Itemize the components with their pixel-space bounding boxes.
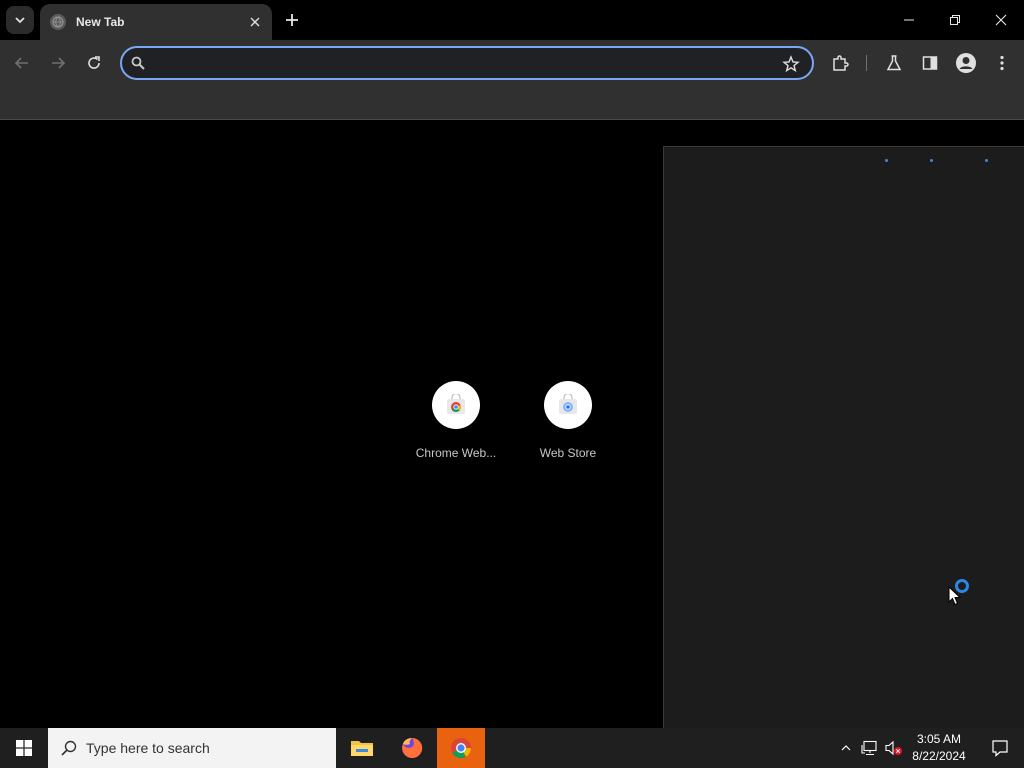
new-tab-button[interactable] — [280, 8, 304, 32]
chrome-web-store-icon — [447, 394, 465, 414]
back-button[interactable] — [8, 49, 36, 77]
plus-icon — [286, 14, 298, 26]
taskbar-firefox[interactable] — [388, 728, 436, 768]
restore-icon — [950, 15, 960, 25]
close-icon — [250, 17, 260, 27]
close-icon — [995, 14, 1007, 26]
chrome-icon — [451, 738, 472, 759]
side-panel — [663, 146, 1024, 728]
labs-button[interactable] — [881, 50, 907, 76]
kebab-menu-icon — [1000, 55, 1004, 71]
tray-network-button[interactable] — [860, 738, 880, 758]
toolbar-divider — [866, 55, 867, 71]
new-tab-page: Chrome Web... Web Store — [0, 121, 1024, 728]
chevron-up-icon — [841, 745, 851, 751]
tab-new-tab[interactable]: New Tab — [40, 4, 272, 40]
extensions-button[interactable] — [827, 50, 853, 76]
profile-button[interactable] — [953, 50, 979, 76]
minimize-button[interactable] — [886, 0, 932, 40]
action-center-button[interactable] — [980, 728, 1020, 768]
shortcut-icon-wrapper — [432, 381, 480, 429]
shortcut-web-store[interactable]: Web Store — [512, 381, 624, 460]
tray-volume-button[interactable] — [884, 738, 904, 758]
tab-search-button[interactable] — [6, 6, 34, 34]
restore-button[interactable] — [932, 0, 978, 40]
mouse-cursor-icon — [948, 586, 962, 606]
taskbar-clock[interactable]: 3:05 AM 8/22/2024 — [906, 731, 972, 765]
puzzle-icon — [833, 55, 849, 71]
tray-overflow-button[interactable] — [836, 738, 856, 758]
tab-close-button[interactable] — [246, 13, 264, 31]
arrow-right-icon — [52, 57, 66, 69]
tab-title: New Tab — [76, 15, 125, 29]
menu-button[interactable] — [989, 50, 1015, 76]
side-panel-icon — [922, 56, 938, 70]
close-window-button[interactable] — [978, 0, 1024, 40]
web-store-icon — [559, 394, 577, 414]
flask-icon — [886, 55, 902, 71]
side-panel-button[interactable] — [917, 50, 943, 76]
shortcut-label: Chrome Web... — [415, 446, 497, 460]
address-bar[interactable] — [120, 46, 814, 80]
taskbar: Type here to search 3:05 AM 8/22/2024 — [0, 728, 1024, 768]
avatar-icon — [956, 53, 976, 73]
notification-icon — [992, 740, 1008, 757]
network-icon — [861, 740, 877, 756]
browser-toolbar — [0, 40, 1024, 86]
reload-icon — [88, 56, 100, 69]
taskbar-file-explorer[interactable] — [338, 728, 386, 768]
globe-icon — [50, 14, 66, 30]
firefox-icon — [402, 737, 423, 758]
search-icon — [131, 56, 145, 70]
forward-button[interactable] — [44, 49, 72, 77]
taskbar-chrome[interactable] — [437, 728, 485, 768]
address-input[interactable] — [154, 52, 774, 74]
star-icon[interactable] — [782, 55, 800, 73]
windows-logo-icon — [16, 740, 32, 756]
title-bar: New Tab — [0, 0, 1024, 40]
taskbar-search-placeholder: Type here to search — [86, 740, 210, 756]
arrow-left-icon — [14, 57, 28, 69]
start-button[interactable] — [0, 728, 48, 768]
reload-button[interactable] — [80, 49, 108, 77]
shortcut-chrome-web-store[interactable]: Chrome Web... — [400, 381, 512, 460]
loading-dot — [885, 159, 888, 162]
clock-date: 8/22/2024 — [912, 749, 966, 763]
clock-time: 3:05 AM — [916, 732, 962, 746]
folder-icon — [351, 741, 373, 756]
search-icon — [61, 740, 77, 756]
loading-dot — [930, 159, 933, 162]
loading-dot — [985, 159, 988, 162]
chevron-down-icon — [15, 17, 25, 24]
shortcut-icon-wrapper — [544, 381, 592, 429]
shortcut-label: Web Store — [539, 446, 597, 460]
volume-muted-icon — [885, 740, 902, 756]
bookmarks-bar — [0, 86, 1024, 120]
minimize-icon — [904, 19, 914, 21]
taskbar-search-box[interactable]: Type here to search — [48, 728, 336, 768]
